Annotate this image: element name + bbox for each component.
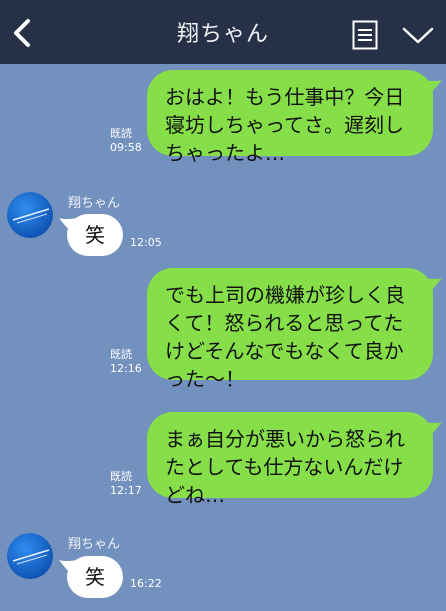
message-time: 16:22 [130, 577, 162, 590]
bubble-tail [422, 422, 442, 440]
message-meta: 既読 12:16 [110, 348, 142, 376]
read-receipt: 既読 [110, 470, 132, 483]
message-line: った〜！ [165, 367, 245, 391]
message-line: けどそんなでもなくて良か [165, 339, 404, 363]
message-time: 12:17 [110, 484, 142, 497]
message-line: おはよ！もう仕事中？今日 [165, 85, 405, 109]
bubble-tail [422, 278, 442, 296]
message-meta: 既読 12:17 [110, 470, 142, 498]
chat-title: 翔ちゃん [176, 22, 269, 47]
my-message-bubble[interactable]: おはよ！もう仕事中？今日 寝坊しちゃってさ。遅刻し ちゃったよ… [147, 70, 442, 165]
message-line: 寝坊しちゃってさ。遅刻し [165, 113, 404, 137]
document-list-icon[interactable] [352, 20, 378, 50]
message-text: 笑 [85, 565, 105, 589]
message-line: まぁ自分が悪いから怒られ [165, 427, 405, 451]
message-line: たとしても仕方ないんだけ [165, 455, 404, 479]
message-time: 12:05 [130, 236, 162, 249]
read-receipt: 既読 [110, 127, 132, 140]
their-message-bubble[interactable]: 笑 [59, 556, 123, 598]
their-message-bubble[interactable]: 笑 [59, 214, 123, 256]
read-receipt: 既読 [110, 348, 132, 361]
message-text: 笑 [85, 223, 105, 247]
chevron-down-icon[interactable] [402, 24, 434, 46]
avatar[interactable] [7, 192, 53, 238]
message-line: でも上司の機嫌が珍しく良 [165, 283, 405, 307]
sender-name: 翔ちゃん [68, 537, 121, 552]
message-time: 12:16 [110, 362, 142, 375]
bubble-tail [422, 80, 442, 98]
message-time: 09:58 [110, 141, 142, 154]
message-meta: 既読 09:58 [110, 127, 142, 155]
avatar[interactable] [7, 533, 53, 579]
my-message-bubble[interactable]: でも上司の機嫌が珍しく良 くて！怒られると思ってた けどそんなでもなくて良か っ… [147, 268, 442, 391]
chat-header: 翔ちゃん [0, 0, 446, 64]
message-line: くて！怒られると思ってた [165, 311, 404, 335]
bubble-tail [59, 560, 77, 576]
my-message-bubble[interactable]: まぁ自分が悪いから怒られ たとしても仕方ないんだけ どね… [147, 412, 442, 507]
message-line: ちゃったよ… [165, 141, 285, 165]
bubble-tail [59, 218, 77, 234]
sender-name: 翔ちゃん [68, 196, 121, 211]
message-line: どね… [165, 483, 225, 507]
